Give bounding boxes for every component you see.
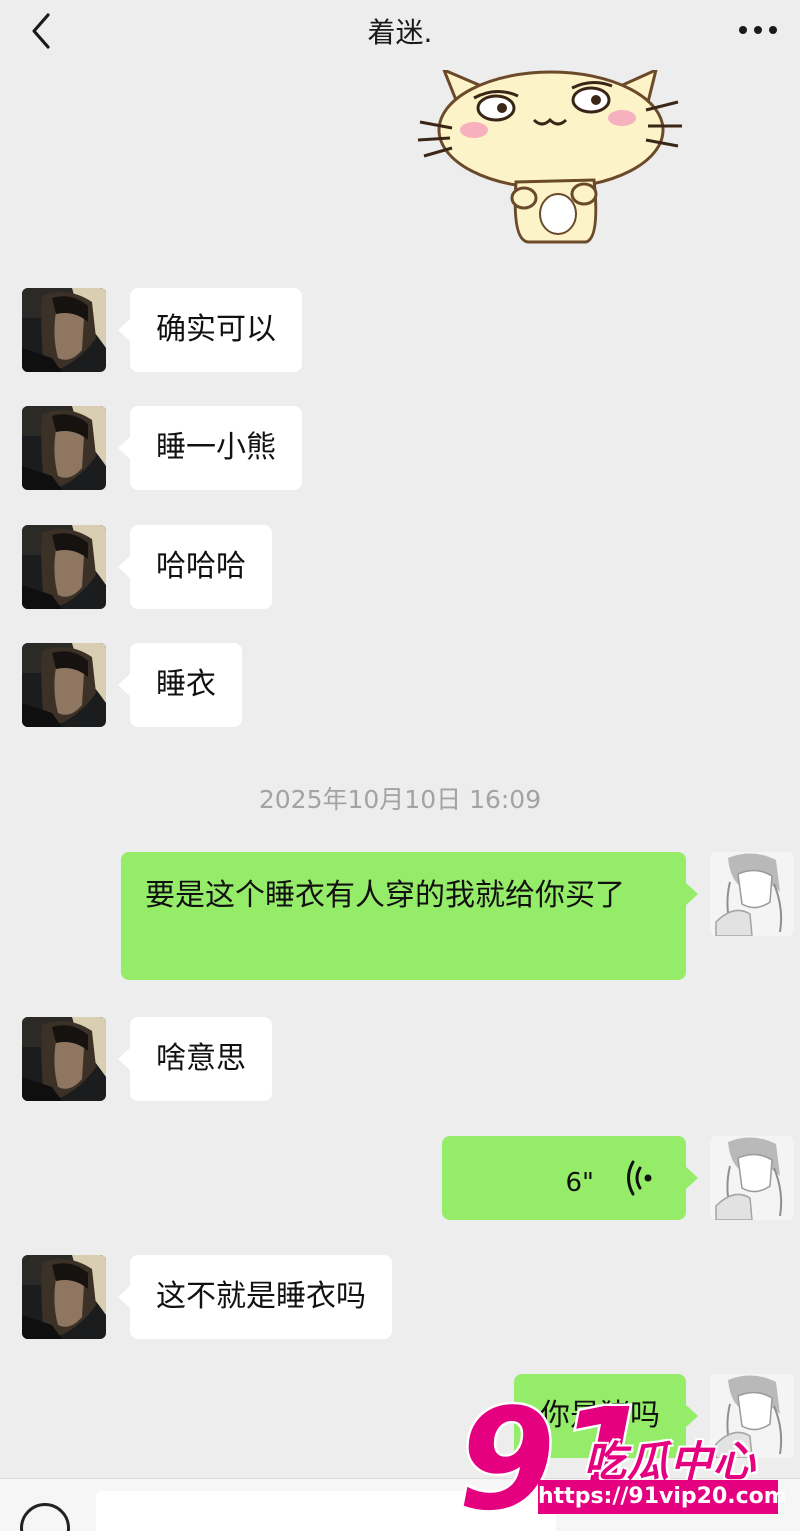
more-dots-icon [739,26,777,34]
contact-avatar-image [22,1255,106,1339]
outgoing-voice-message[interactable]: 6" [442,1136,698,1220]
chat-header: 着迷. [0,0,800,72]
incoming-message-bubble[interactable]: 睡衣 [118,643,242,727]
watermark-url: https://91vip20.com [538,1480,787,1514]
message-timestamp: 2025年10月10日 16:09 [258,785,542,814]
contact-avatar-image [22,288,106,372]
my-avatar[interactable] [710,852,794,936]
cat-sticker-message[interactable] [416,67,686,255]
voice-input-toggle-icon[interactable] [20,1503,70,1531]
contact-avatar-image [22,1017,106,1101]
voice-duration: 6" [565,1168,594,1198]
chat-title: 着迷. [367,16,433,49]
my-avatar[interactable] [710,1136,794,1220]
contact-avatar-image [22,643,106,727]
incoming-message-bubble[interactable]: 啥意思 [118,1017,272,1101]
incoming-message-bubble[interactable]: 睡一小熊 [118,406,302,490]
incoming-message-bubble[interactable]: 这不就是睡衣吗 [118,1255,392,1339]
incoming-message-bubble[interactable]: 哈哈哈 [118,525,272,609]
contact-avatar[interactable] [22,288,106,372]
contact-avatar[interactable] [22,406,106,490]
my-avatar-image [710,852,794,936]
contact-avatar[interactable] [22,1017,106,1101]
more-button[interactable] [730,10,786,50]
chat-screen: 着迷. 确实可以 睡一小熊 哈哈哈 睡衣 2025年10月10日 16:09 要… [0,0,800,1531]
my-avatar-image [710,1136,794,1220]
contact-avatar-image [22,525,106,609]
voice-wave-icon [627,1160,652,1196]
contact-avatar-image [22,406,106,490]
cat-sticker-image [417,67,682,244]
incoming-message-bubble[interactable]: 确实可以 [118,288,302,372]
contact-avatar[interactable] [22,525,106,609]
contact-avatar[interactable] [22,1255,106,1339]
outgoing-message-bubble[interactable]: 要是这个睡衣有人穿的我就给你买了 [121,852,698,980]
contact-avatar[interactable] [22,643,106,727]
